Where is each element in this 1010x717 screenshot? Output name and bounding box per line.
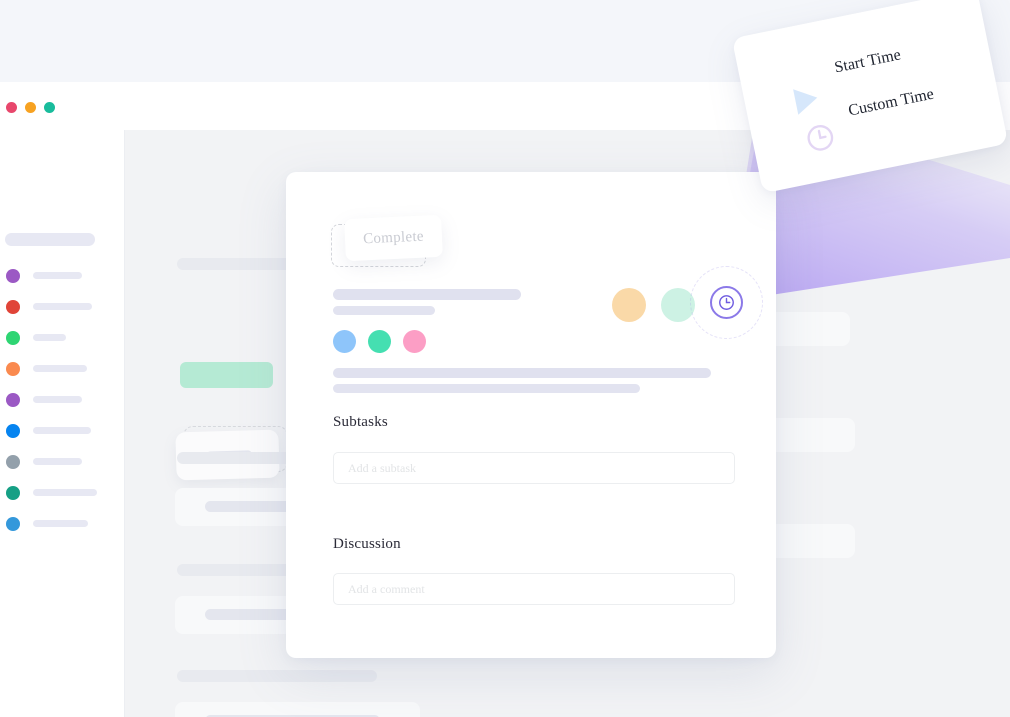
- sidebar-item-label: [33, 427, 91, 434]
- screenshot-stage: Complete Subtasks Add a subtask Discussi…: [0, 0, 1010, 717]
- sidebar-item-label: [33, 489, 97, 496]
- sidebar: [0, 130, 125, 717]
- sidebar-item-5[interactable]: [0, 415, 125, 446]
- sidebar-item-color-icon: [6, 268, 20, 283]
- sidebar-item-label: [33, 272, 82, 279]
- sidebar-item-8[interactable]: [0, 508, 125, 539]
- sidebar-item-color-icon: [6, 485, 20, 500]
- content-card-2[interactable]: [175, 702, 420, 717]
- clock-icon: [807, 125, 834, 151]
- maximize-button-icon[interactable]: [44, 102, 55, 113]
- sidebar-item-7[interactable]: [0, 477, 125, 508]
- subtasks-heading: Subtasks: [333, 414, 388, 430]
- tag-green[interactable]: [368, 330, 391, 353]
- start-time-option[interactable]: Start Time: [833, 46, 902, 77]
- sidebar-item-label: [33, 334, 66, 341]
- sidebar-item-label: [33, 303, 92, 310]
- sidebar-item-label: [33, 365, 87, 372]
- clock-button[interactable]: [710, 286, 743, 319]
- custom-time-option[interactable]: Custom Time: [847, 86, 936, 121]
- sidebar-item-2[interactable]: [0, 322, 125, 353]
- assignee-avatars: [612, 288, 695, 322]
- task-description-line-2: [333, 384, 640, 393]
- traffic-lights: [6, 102, 55, 113]
- minimize-button-icon[interactable]: [25, 102, 36, 113]
- sidebar-item-label: [33, 520, 88, 527]
- sidebar-item-color-icon: [6, 454, 20, 469]
- sidebar-item-4[interactable]: [0, 384, 125, 415]
- comment-input[interactable]: Add a comment: [333, 573, 735, 605]
- tag-blue[interactable]: [333, 330, 356, 353]
- complete-chip-label: Complete: [362, 228, 425, 247]
- status-bar-mint: [180, 362, 273, 388]
- task-description-line-1: [333, 368, 711, 378]
- content-bar-3: [177, 670, 377, 682]
- sidebar-item-color-icon: [6, 423, 20, 438]
- sidebar-item-list: [0, 260, 125, 539]
- sidebar-item-3[interactable]: [0, 353, 125, 384]
- sidebar-item-color-icon: [6, 330, 20, 345]
- subtask-input[interactable]: Add a subtask: [333, 452, 735, 484]
- subtask-input-placeholder: Add a subtask: [348, 460, 416, 475]
- sidebar-logo-placeholder: [5, 233, 95, 246]
- task-subtitle-placeholder: [333, 306, 435, 315]
- sidebar-item-color-icon: [6, 361, 20, 376]
- discussion-heading: Discussion: [333, 536, 401, 552]
- sidebar-item-label: [33, 458, 82, 465]
- comment-input-placeholder: Add a comment: [348, 581, 425, 596]
- sidebar-item-0[interactable]: [0, 260, 125, 291]
- task-title-placeholder: [333, 289, 521, 300]
- tag-pink[interactable]: [403, 330, 426, 353]
- sidebar-item-color-icon: [6, 516, 20, 531]
- sidebar-item-color-icon: [6, 299, 20, 314]
- sidebar-item-6[interactable]: [0, 446, 125, 477]
- complete-chip-button[interactable]: Complete: [344, 214, 443, 262]
- sidebar-item-color-icon: [6, 392, 20, 407]
- avatar-peach[interactable]: [612, 288, 646, 322]
- sidebar-item-1[interactable]: [0, 291, 125, 322]
- clock-icon: [719, 295, 734, 310]
- play-icon: [793, 84, 820, 115]
- sidebar-item-label: [33, 396, 82, 403]
- close-button-icon[interactable]: [6, 102, 17, 113]
- task-tag-dots: [333, 330, 426, 353]
